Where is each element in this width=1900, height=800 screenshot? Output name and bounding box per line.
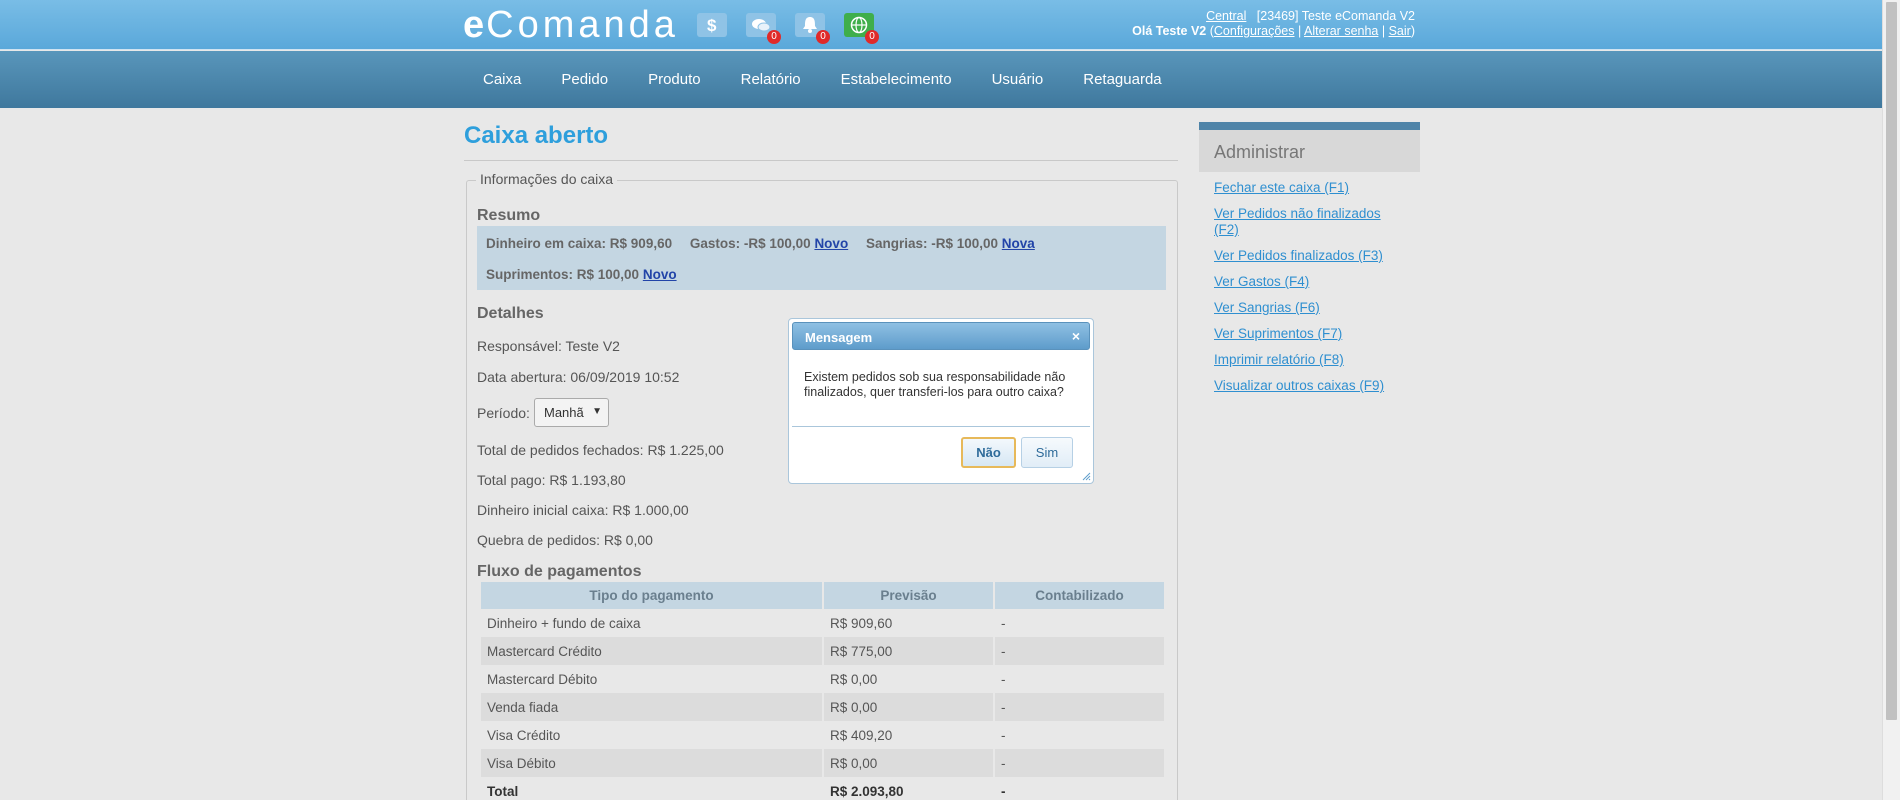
responsavel: Responsável: Teste V2	[477, 338, 620, 354]
col-previsao: Previsão	[824, 582, 993, 609]
config-link[interactable]: Configurações	[1214, 24, 1295, 38]
scrollbar-thumb[interactable]	[1886, 2, 1897, 720]
chat-badge: 0	[767, 30, 781, 44]
bell-icon[interactable]: 0	[795, 13, 830, 44]
table-row: Visa Crédito R$ 409,20-	[487, 727, 1006, 743]
sidebar-link-sangrias[interactable]: Ver Sangrias (F6)	[1214, 300, 1320, 315]
dialog-divider	[792, 426, 1090, 427]
title-divider	[464, 160, 1178, 161]
logout-link[interactable]: Sair	[1389, 24, 1411, 38]
page-scrollbar[interactable]	[1882, 0, 1900, 800]
dialog-titlebar[interactable]: Mensagem ×	[792, 322, 1090, 350]
fieldset-legend: Informações do caixa	[476, 171, 618, 187]
new-suprimento-link[interactable]: Novo	[643, 267, 677, 282]
table-row: Dinheiro + fundo de caixa R$ 909,60-	[487, 615, 1006, 631]
dinheiro-caixa: Dinheiro em caixa: R$ 909,60	[486, 236, 673, 251]
suprimentos-value: Suprimentos: R$ 100,00	[486, 267, 640, 282]
account-info: Central [23469] Teste eComanda V2 Olá Te…	[1132, 9, 1415, 38]
svg-text:$: $	[707, 16, 717, 34]
sidebar-link-gastos[interactable]: Ver Gastos (F4)	[1214, 274, 1309, 289]
user-name: Teste V2	[1155, 24, 1207, 38]
nav-item-relatorio[interactable]: Relatório	[721, 51, 821, 108]
table-row: Mastercard Débito R$ 0,00-	[487, 671, 1006, 687]
nav-item-usuario[interactable]: Usuário	[972, 51, 1064, 108]
page-title: Caixa aberto	[464, 122, 609, 149]
message-dialog: Mensagem × Existem pedidos sob sua respo…	[788, 318, 1094, 484]
sidebar-link-pedidos-finalizados[interactable]: Ver Pedidos finalizados (F3)	[1214, 248, 1383, 263]
table-total-row: Total R$ 2.093,80-	[487, 783, 1006, 799]
sidebar-link-outros-caixas[interactable]: Visualizar outros caixas (F9)	[1214, 378, 1384, 393]
new-sangria-link[interactable]: Nova	[1002, 236, 1035, 251]
resumo-heading: Resumo	[477, 207, 541, 224]
sidebar-link-imprimir-relatorio[interactable]: Imprimir relatório (F8)	[1214, 352, 1344, 367]
sidebar-link-suprimentos[interactable]: Ver Suprimentos (F7)	[1214, 326, 1342, 341]
yes-button[interactable]: Sim	[1021, 437, 1073, 468]
periodo-label: Período:	[477, 405, 530, 421]
table-row: Visa Débito R$ 0,00-	[481, 749, 1164, 777]
dialog-title: Mensagem	[805, 330, 873, 345]
sidebar-link-fechar-caixa[interactable]: Fechar este caixa (F1)	[1214, 180, 1349, 195]
new-gasto-link[interactable]: Novo	[814, 236, 848, 251]
bell-badge: 0	[816, 30, 830, 44]
no-button[interactable]: Não	[961, 437, 1016, 468]
change-password-link[interactable]: Alterar senha	[1304, 24, 1378, 38]
main-nav: Caixa Pedido Produto Relatório Estabelec…	[0, 51, 1882, 108]
data-abertura: Data abertura: 06/09/2019 10:52	[477, 369, 680, 385]
close-icon[interactable]: ×	[1072, 328, 1080, 344]
dialog-message: Existem pedidos sob sua responsabilidade…	[804, 370, 1066, 399]
account-name: [23469] Teste eComanda V2	[1256, 9, 1415, 23]
chat-icon[interactable]: 0	[746, 13, 781, 44]
gastos-value: Gastos: -R$ 100,00	[689, 236, 811, 251]
nav-item-produto[interactable]: Produto	[628, 51, 721, 108]
sangrias-value: Sangrias: -R$ 100,00	[865, 236, 999, 251]
globe-badge: 0	[865, 30, 879, 44]
nav-item-caixa[interactable]: Caixa	[463, 51, 541, 108]
resize-grip-icon[interactable]	[1081, 471, 1091, 481]
fluxo-heading: Fluxo de pagamentos	[477, 563, 642, 580]
table-row: Mastercard Crédito R$ 775,00-	[481, 637, 1164, 665]
quebra-pedidos: Quebra de pedidos: R$ 0,00	[477, 532, 653, 548]
nav-item-retaguarda[interactable]: Retaguarda	[1063, 51, 1181, 108]
sidebar-title: Administrar	[1199, 130, 1420, 172]
resumo-box: Dinheiro em caixa: R$ 909,60 Gastos: -R$…	[477, 226, 1166, 290]
total-pedidos-fechados: Total de pedidos fechados: R$ 1.225,00	[477, 442, 724, 458]
col-contabilizado: Contabilizado	[995, 582, 1164, 609]
table-row: Venda fiada R$ 0,00-	[481, 693, 1164, 721]
top-header: eComanda $ 0 0 0 Central [23469] Teste e…	[0, 0, 1882, 50]
total-pago: Total pago: R$ 1.193,80	[477, 472, 626, 488]
nav-item-pedido[interactable]: Pedido	[541, 51, 628, 108]
sidebar-link-pedidos-nao-finalizados[interactable]: Ver Pedidos não finalizados (F2)	[1214, 206, 1381, 237]
sidebar-accent-bar	[1199, 122, 1420, 130]
col-tipo: Tipo do pagamento	[481, 582, 822, 609]
logo: eComanda	[463, 4, 679, 46]
dinheiro-inicial: Dinheiro inicial caixa: R$ 1.000,00	[477, 502, 689, 518]
table-header-row: Tipo do pagamento Previsão Contabilizado	[481, 582, 1164, 609]
globe-icon[interactable]: 0	[844, 13, 879, 44]
money-icon[interactable]: $	[697, 13, 727, 37]
central-link[interactable]: Central	[1206, 9, 1246, 23]
payments-table: Tipo do pagamento Previsão Contabilizado…	[479, 582, 1166, 800]
admin-sidebar: Administrar Fechar este caixa (F1) Ver P…	[1199, 122, 1420, 404]
nav-item-estabelecimento[interactable]: Estabelecimento	[821, 51, 972, 108]
detalhes-heading: Detalhes	[477, 305, 544, 322]
periodo-select[interactable]: Manhã ▼	[534, 398, 609, 427]
chevron-down-icon: ▼	[592, 406, 602, 417]
